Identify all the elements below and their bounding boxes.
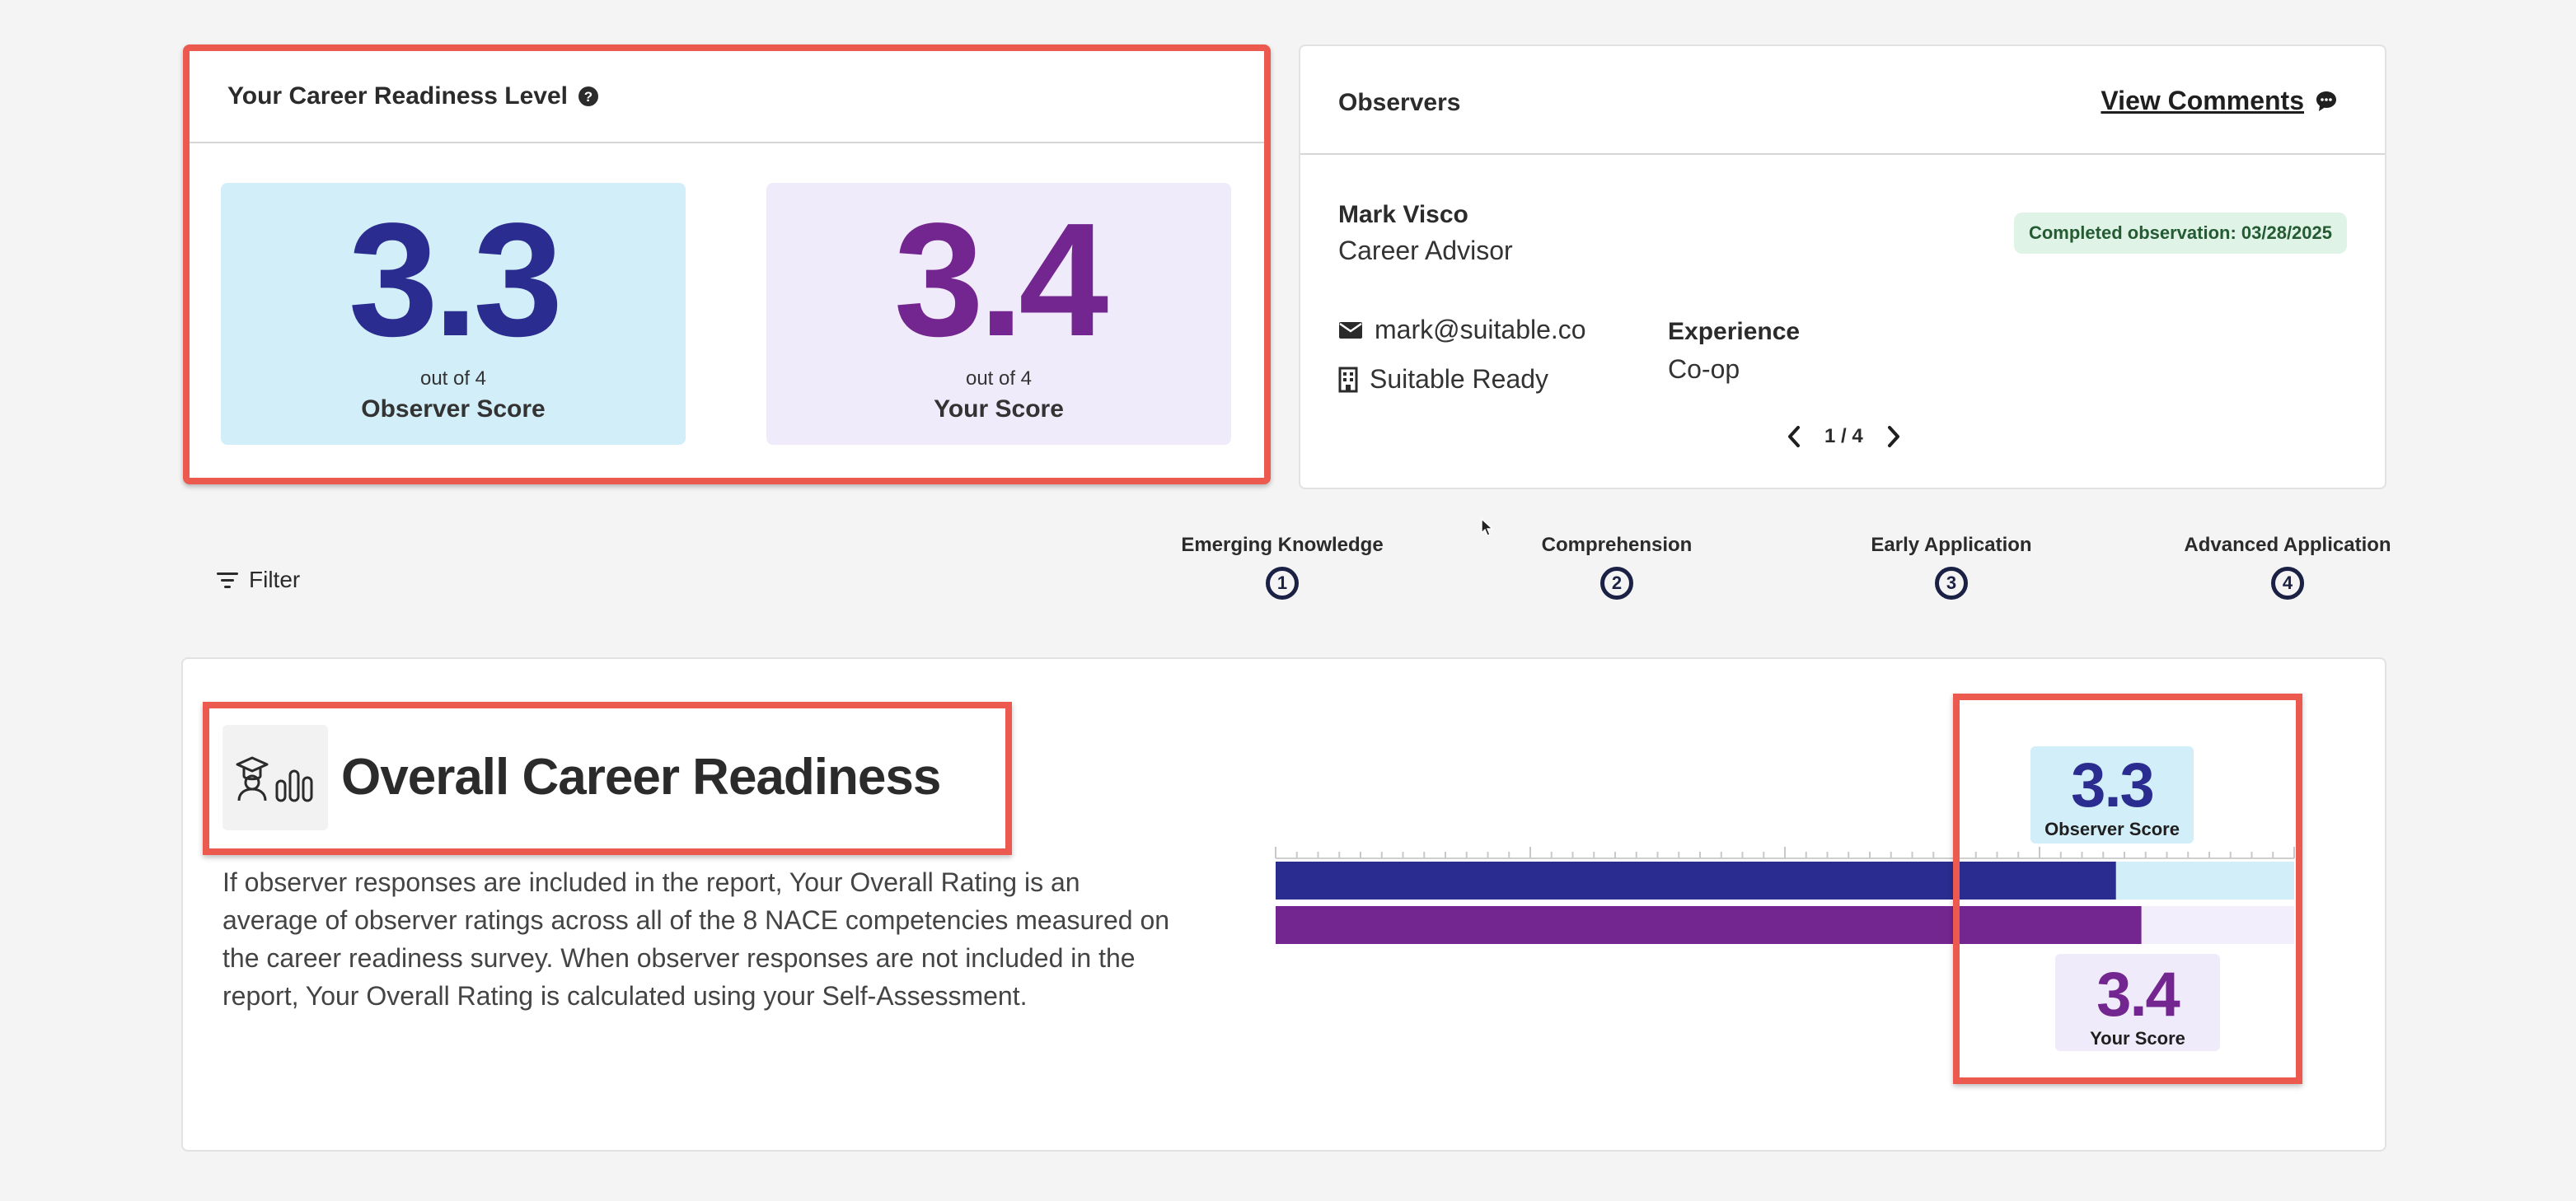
observers-title: Observers <box>1338 89 1461 116</box>
observer-name: Mark Visco <box>1338 201 1468 228</box>
level-emerging-knowledge: Emerging Knowledge 1 <box>1159 534 1406 600</box>
divider <box>1300 153 2385 155</box>
level-name: Early Application <box>1871 534 2032 556</box>
your-score-box: 3.4 out of 4 Your Score <box>766 183 1231 445</box>
your-score-label: Your Score <box>934 395 1064 423</box>
filter-icon <box>217 572 238 588</box>
level-name: Comprehension <box>1541 534 1693 556</box>
overall-career-readiness-title: Overall Career Readiness <box>341 749 941 806</box>
level-number-badge: 3 <box>1935 567 1968 600</box>
chart-highlight-box <box>1953 694 2302 1084</box>
level-number-badge: 2 <box>1600 567 1633 600</box>
level-number-badge: 1 <box>1266 567 1299 600</box>
observer-email: mark@suitable.co <box>1375 315 1586 344</box>
observer-score-label: Observer Score <box>361 395 546 423</box>
your-out-of: out of 4 <box>965 367 1033 390</box>
pager-text: 1 / 4 <box>1824 425 1863 447</box>
observer-out-of: out of 4 <box>419 367 487 390</box>
filter-label[interactable]: Filter <box>249 567 300 593</box>
career-readiness-card: Your Career Readiness Level ? 3.3 out of… <box>183 44 1271 484</box>
your-score-value: 3.4 <box>893 189 1108 370</box>
view-comments-label[interactable]: View Comments <box>2101 86 2304 116</box>
observer-org: Suitable Ready <box>1370 364 1549 394</box>
observer-org-row: Suitable Ready <box>1338 364 1548 395</box>
level-number-badge: 4 <box>2271 567 2304 600</box>
envelope-icon <box>1339 321 1362 339</box>
chevron-left-icon[interactable] <box>1787 425 1801 448</box>
level-early-application: Early Application 3 <box>1828 534 2075 600</box>
comment-icon <box>2316 91 2336 111</box>
career-readiness-title: Your Career Readiness Level <box>227 82 568 110</box>
chevron-right-icon[interactable] <box>1886 425 1901 448</box>
divider <box>190 142 1264 143</box>
graduate-chart-icon <box>236 756 313 802</box>
level-name: Emerging Knowledge <box>1181 534 1384 556</box>
experience-value: Co-op <box>1668 354 1740 384</box>
observers-card: Observers View Comments Mark Visco Caree… <box>1299 44 2386 489</box>
level-comprehension: Comprehension 2 <box>1493 534 1740 600</box>
svg-text:?: ? <box>584 89 592 105</box>
experience-label: Experience <box>1668 318 1801 345</box>
overall-description: If observer responses are included in th… <box>222 867 1170 1011</box>
career-readiness-icon-box <box>222 725 328 830</box>
level-name: Advanced Application <box>2184 534 2391 556</box>
completed-observation-badge: Completed observation: 03/28/2025 <box>2013 213 2347 254</box>
observer-score-value: 3.3 <box>348 189 563 370</box>
observer-pager: 1 / 4 <box>1787 425 1901 448</box>
level-advanced-application: Advanced Application 4 <box>2164 534 2411 600</box>
filter-button[interactable]: Filter <box>216 567 300 593</box>
observer-email-row: mark@suitable.co <box>1338 315 1586 345</box>
observer-role: Career Advisor <box>1338 236 1513 265</box>
observer-score-box: 3.3 out of 4 Observer Score <box>221 183 686 445</box>
help-icon[interactable]: ? <box>578 86 599 107</box>
view-comments-link[interactable]: View Comments <box>2101 86 2339 116</box>
career-readiness-title-row: Your Career Readiness Level ? <box>227 82 599 110</box>
building-icon <box>1338 367 1358 392</box>
